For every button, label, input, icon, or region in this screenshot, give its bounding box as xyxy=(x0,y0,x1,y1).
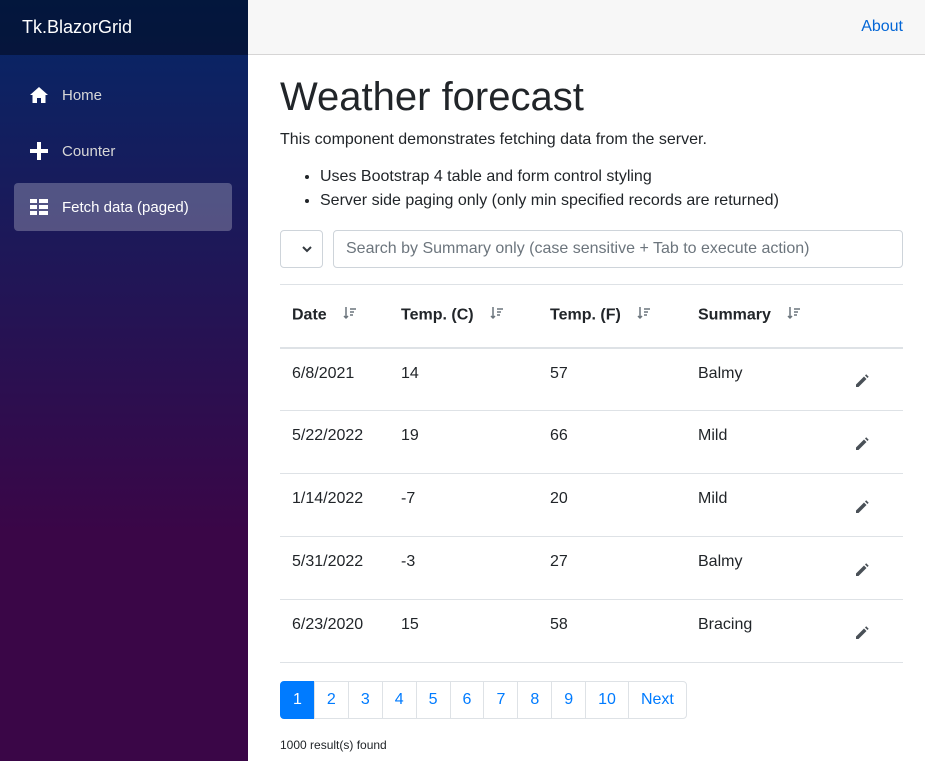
sort-icon[interactable] xyxy=(637,306,651,325)
page-link-3[interactable]: 3 xyxy=(347,681,383,719)
cell-summary: Balmy xyxy=(698,364,743,382)
table-row: 1/14/2022 -7 20 Mild xyxy=(280,474,903,537)
nav-item-counter[interactable]: Counter xyxy=(14,127,232,175)
nav-item-label: Fetch data (paged) xyxy=(62,198,189,216)
top-row: About xyxy=(248,0,925,55)
cell-temp-c: -7 xyxy=(401,490,416,507)
nav-item-label: Counter xyxy=(62,142,116,160)
table-row: 6/23/2020 15 58 Bracing xyxy=(280,600,903,663)
column-header-summary[interactable]: Summary xyxy=(686,285,843,348)
edit-pencil-icon[interactable] xyxy=(855,499,869,518)
cell-temp-f: 27 xyxy=(550,553,568,570)
list-item: Server side paging only (only min specif… xyxy=(320,189,903,213)
sort-icon[interactable] xyxy=(343,306,357,325)
table-header-row: Date Temp. (C) Temp. (F) Summary xyxy=(280,284,903,348)
sidebar: Tk.BlazorGrid Home Counter Fetch data (p xyxy=(0,0,248,761)
cell-actions xyxy=(843,474,903,537)
cell-date: 1/14/2022 xyxy=(292,490,364,507)
nav-item-fetch-data[interactable]: Fetch data (paged) xyxy=(14,183,232,231)
nav-item-home[interactable]: Home xyxy=(14,71,232,119)
home-icon xyxy=(30,86,48,104)
search-input[interactable] xyxy=(333,230,903,268)
edit-pencil-icon[interactable] xyxy=(855,562,869,581)
cell-temp-c: 19 xyxy=(401,427,419,444)
page-link-9[interactable]: 9 xyxy=(551,681,587,719)
cell-summary: Bracing xyxy=(698,616,753,633)
table-row: 5/22/2022 19 66 Mild xyxy=(280,411,903,474)
page-link-10[interactable]: 10 xyxy=(585,681,629,719)
edit-pencil-icon[interactable] xyxy=(855,625,869,644)
list-item: Uses Bootstrap 4 table and form control … xyxy=(320,165,903,189)
cell-temp-f: 20 xyxy=(550,490,568,507)
next-page-button[interactable]: Next xyxy=(627,681,687,719)
cell-temp-c: 14 xyxy=(401,364,419,382)
table-row: 5/31/2022 -3 27 Balmy xyxy=(280,537,903,600)
cell-date: 5/31/2022 xyxy=(292,553,364,570)
pagination: 1 2 3 4 5 6 7 8 9 10 Next xyxy=(280,681,903,719)
cell-temp-c: 15 xyxy=(401,616,419,633)
filter-bar xyxy=(280,230,903,268)
chevron-down-icon xyxy=(302,240,312,258)
page-link-7[interactable]: 7 xyxy=(483,681,519,719)
cell-actions xyxy=(843,348,903,411)
column-label: Date xyxy=(292,306,327,324)
cell-summary: Mild xyxy=(698,490,728,507)
nav-menu: Home Counter Fetch data (paged) xyxy=(0,55,248,231)
sort-icon[interactable] xyxy=(787,306,801,325)
column-label: Temp. (C) xyxy=(401,306,474,324)
page-description: This component demonstrates fetching dat… xyxy=(280,131,707,148)
column-label: Temp. (F) xyxy=(550,306,621,324)
cell-date: 6/8/2021 xyxy=(292,364,355,382)
column-header-temp-c[interactable]: Temp. (C) xyxy=(389,285,538,348)
cell-actions xyxy=(843,537,903,600)
page-link-6[interactable]: 6 xyxy=(449,681,485,719)
result-count: 1000 result(s) found xyxy=(280,738,387,752)
column-header-actions xyxy=(843,285,903,348)
cell-summary: Mild xyxy=(698,427,728,444)
sort-icon[interactable] xyxy=(490,306,504,325)
edit-pencil-icon[interactable] xyxy=(855,436,869,455)
cell-temp-f: 66 xyxy=(550,427,568,444)
cell-summary: Balmy xyxy=(698,553,743,570)
page-link-1[interactable]: 1 xyxy=(280,681,315,719)
weather-table: Date Temp. (C) Temp. (F) Summary 6/8/202… xyxy=(280,284,903,663)
cell-actions xyxy=(843,600,903,663)
column-header-temp-f[interactable]: Temp. (F) xyxy=(538,285,686,348)
cell-temp-f: 58 xyxy=(550,616,568,633)
brand-title[interactable]: Tk.BlazorGrid xyxy=(22,17,132,38)
page-size-select[interactable] xyxy=(280,230,323,268)
brand-bar: Tk.BlazorGrid xyxy=(0,0,248,55)
page-link-2[interactable]: 2 xyxy=(313,681,349,719)
cell-date: 5/22/2022 xyxy=(292,427,364,444)
page-title: Weather forecast xyxy=(280,75,584,119)
cell-actions xyxy=(843,411,903,474)
table-row: 6/8/2021 14 57 Balmy xyxy=(280,348,903,411)
page-link-4[interactable]: 4 xyxy=(381,681,417,719)
plus-icon xyxy=(30,142,48,160)
cell-temp-f: 57 xyxy=(550,364,568,382)
column-header-date[interactable]: Date xyxy=(280,285,389,348)
cell-date: 6/23/2020 xyxy=(292,616,364,633)
about-link[interactable]: About xyxy=(861,18,903,36)
nav-item-label: Home xyxy=(62,86,103,104)
column-label: Summary xyxy=(698,306,771,324)
page-link-5[interactable]: 5 xyxy=(415,681,451,719)
page-link-8[interactable]: 8 xyxy=(517,681,553,719)
cell-temp-c: -3 xyxy=(401,553,416,570)
feature-list: Uses Bootstrap 4 table and form control … xyxy=(280,165,903,213)
edit-pencil-icon[interactable] xyxy=(855,374,869,392)
list-icon xyxy=(30,198,48,216)
main-content: Weather forecast This component demonstr… xyxy=(280,55,903,752)
